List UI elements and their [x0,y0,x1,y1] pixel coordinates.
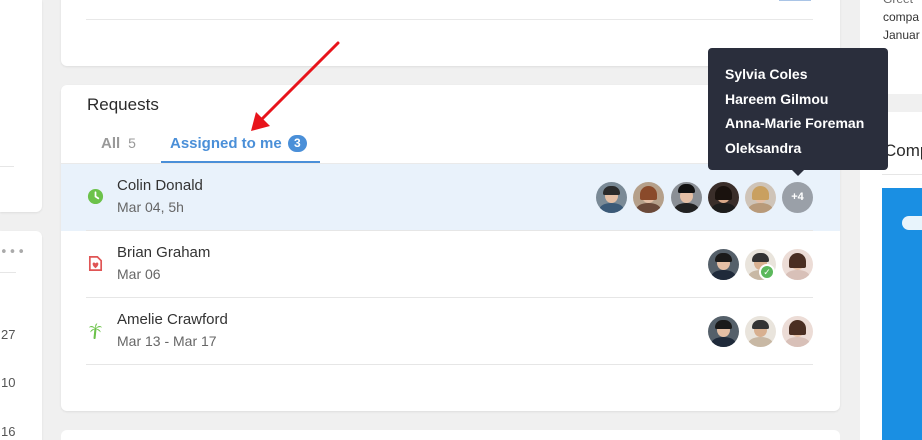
requester-name[interactable]: Amelie Crawford [117,311,228,328]
more-assignees-button[interactable]: +4 [782,182,813,213]
left-card-top [0,0,42,212]
request-date: Mar 06 [117,266,161,282]
request-row[interactable]: Amelie Crawford Mar 13 - Mar 17 [61,298,840,365]
avatar[interactable] [745,182,776,213]
avatar[interactable] [708,249,739,280]
company-sky-image [882,188,922,440]
next-card [61,430,840,440]
palm-tree-icon [88,323,103,339]
requester-name[interactable]: Colin Donald [117,177,203,194]
news-text-line: Januar [883,28,920,42]
avatar[interactable] [596,182,627,213]
date-number: 16 [1,424,16,439]
assignees-tooltip: Sylvia Coles Hareem Gilmou Anna-Marie Fo… [708,48,888,170]
divider [86,19,813,20]
tab-assigned-to-me[interactable]: Assigned to me 3 [161,135,320,163]
tab-all[interactable]: All 5 [101,135,136,163]
avatar[interactable] [708,316,739,347]
divider [882,174,922,175]
request-date: Mar 13 - Mar 17 [117,333,217,349]
tooltip-name: Sylvia Coles [725,66,808,82]
blue-underline-fragment [779,0,811,1]
tab-assigned-count-badge: 3 [287,135,307,152]
request-date: Mar 04, 5h [117,199,184,215]
more-options-icon[interactable]: ••• [0,245,26,260]
avatar[interactable] [633,182,664,213]
clock-icon [87,188,104,205]
tab-all-count: 5 [128,135,136,151]
news-text-line: compa [883,10,920,24]
date-number: 27 [1,327,16,342]
tooltip-name: Hareem Gilmou [725,90,829,107]
tooltip-name: Oleksandra [725,139,802,156]
requests-title: Requests [87,95,159,114]
tab-assigned-label: Assigned to me [170,135,282,152]
request-row[interactable]: Colin Donald Mar 04, 5h +4 [61,164,840,231]
divider [0,272,16,273]
avatar[interactable] [782,249,813,280]
tab-all-label: All [101,135,121,152]
request-row[interactable]: Brian Graham Mar 06 ✓ [61,231,840,298]
divider [86,364,813,365]
tooltip-pointer [792,170,804,176]
divider [0,166,14,167]
approved-check-icon: ✓ [759,264,775,280]
avatar[interactable] [671,182,702,213]
avatar[interactable] [782,316,813,347]
avatar[interactable] [745,316,776,347]
requester-name[interactable]: Brian Graham [117,244,210,261]
news-text-fragment: Greet [883,0,913,6]
sick-leave-icon [88,256,103,271]
left-card-calendar: ••• 27 10 16 [0,231,42,440]
avatar[interactable] [708,182,739,213]
tooltip-name: Anna-Marie Foreman [725,115,865,132]
company-card-title: Comp [884,141,922,160]
date-number: 10 [1,375,16,390]
